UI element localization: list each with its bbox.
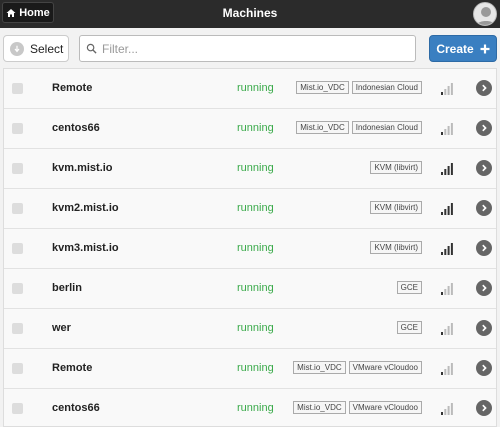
- provider-tag: GCE: [396, 321, 422, 334]
- chevron-right-icon[interactable]: [476, 200, 492, 216]
- provider-tag: KVM (libvirt): [370, 161, 422, 174]
- machine-row[interactable]: centos66 running Mist.io_VDC VMware vCloudo…: [4, 389, 496, 426]
- machine-state: running: [237, 402, 274, 414]
- machine-row[interactable]: wer running GCE: [4, 309, 496, 349]
- machine-state: running: [237, 202, 274, 214]
- signal-strength-icon: [441, 83, 453, 95]
- chevron-right-icon[interactable]: [476, 120, 492, 136]
- row-checkbox[interactable]: [12, 243, 23, 254]
- filter-field[interactable]: [79, 35, 416, 62]
- home-label: Home: [19, 6, 50, 19]
- signal-strength-icon: [441, 323, 453, 335]
- machine-name[interactable]: kvm3.mist.io: [52, 242, 119, 254]
- machine-name[interactable]: centos66: [52, 402, 100, 414]
- machine-tags: KVM (libvirt): [370, 161, 422, 174]
- provider-tag: Mist.io_VDC: [296, 121, 349, 134]
- row-checkbox[interactable]: [12, 163, 23, 174]
- machine-state: running: [237, 362, 274, 374]
- home-icon: [6, 8, 16, 17]
- provider-tag: GCE: [396, 281, 422, 294]
- machine-tags: Mist.io_VDC Indonesian Cloud: [296, 81, 422, 94]
- machine-state: running: [237, 82, 274, 94]
- provider-tag: VMware vCloudoo: [348, 401, 422, 414]
- row-checkbox[interactable]: [12, 203, 23, 214]
- machine-state: running: [237, 162, 274, 174]
- machine-state: running: [237, 242, 274, 254]
- signal-strength-icon: [441, 203, 453, 215]
- provider-tag: Indonesian Cloud: [351, 81, 422, 94]
- row-checkbox[interactable]: [12, 323, 23, 334]
- provider-tag: KVM (libvirt): [370, 201, 422, 214]
- create-button[interactable]: Create: [429, 35, 497, 62]
- select-label: Select: [30, 41, 64, 56]
- machine-tags: Mist.io_VDC VMware vCloudoo: [293, 401, 422, 414]
- arrow-down-circle-icon: [10, 41, 24, 56]
- provider-tag: Mist.io_VDC: [293, 361, 346, 374]
- provider-tag: Indonesian Cloud: [351, 121, 422, 134]
- machine-row[interactable]: kvm3.mist.io running KVM (libvirt): [4, 229, 496, 269]
- row-checkbox[interactable]: [12, 283, 23, 294]
- search-icon: [86, 43, 97, 54]
- create-label: Create: [436, 41, 474, 56]
- provider-tag: VMware vCloudoo: [348, 361, 422, 374]
- machine-name[interactable]: Remote: [52, 362, 92, 374]
- chevron-right-icon[interactable]: [476, 240, 492, 256]
- chevron-right-icon[interactable]: [476, 80, 492, 96]
- home-button[interactable]: Home: [2, 2, 54, 23]
- select-button[interactable]: Select: [3, 35, 69, 62]
- machine-name[interactable]: wer: [52, 322, 71, 334]
- row-checkbox[interactable]: [12, 363, 23, 374]
- machine-tags: GCE: [396, 281, 422, 294]
- machine-name[interactable]: centos66: [52, 122, 100, 134]
- top-bar: Home Machines: [0, 0, 500, 28]
- signal-strength-icon: [441, 363, 453, 375]
- provider-tag: Mist.io_VDC: [293, 401, 346, 414]
- chevron-right-icon[interactable]: [476, 320, 492, 336]
- filter-input[interactable]: [102, 41, 402, 56]
- plus-icon: [480, 44, 490, 53]
- machine-tags: KVM (libvirt): [370, 201, 422, 214]
- page-title: Machines: [222, 6, 278, 20]
- machine-name[interactable]: Remote: [52, 82, 92, 94]
- signal-strength-icon: [441, 403, 453, 415]
- chevron-right-icon[interactable]: [476, 400, 492, 416]
- chevron-right-icon[interactable]: [476, 160, 492, 176]
- provider-tag: KVM (libvirt): [370, 241, 422, 254]
- machine-tags: GCE: [396, 321, 422, 334]
- machine-row[interactable]: berlin running GCE: [4, 269, 496, 309]
- signal-strength-icon: [441, 163, 453, 175]
- signal-strength-icon: [441, 243, 453, 255]
- machine-state: running: [237, 282, 274, 294]
- chevron-right-icon[interactable]: [476, 280, 492, 296]
- machine-tags: Mist.io_VDC Indonesian Cloud: [296, 121, 422, 134]
- user-avatar-icon[interactable]: [473, 2, 497, 26]
- machine-tags: KVM (libvirt): [370, 241, 422, 254]
- machine-row[interactable]: centos66 running Mist.io_VDC Indonesian Clo…: [4, 109, 496, 149]
- machine-row[interactable]: Remote running Mist.io_VDC VMware vCloudoo: [4, 349, 496, 389]
- machine-name[interactable]: kvm.mist.io: [52, 162, 113, 174]
- row-checkbox[interactable]: [12, 403, 23, 414]
- signal-strength-icon: [441, 123, 453, 135]
- signal-strength-icon: [441, 283, 453, 295]
- chevron-right-icon[interactable]: [476, 360, 492, 376]
- machine-state: running: [237, 122, 274, 134]
- machine-state: running: [237, 322, 274, 334]
- machine-row[interactable]: kvm2.mist.io running KVM (libvirt): [4, 189, 496, 229]
- machine-name[interactable]: kvm2.mist.io: [52, 202, 119, 214]
- machine-row[interactable]: Remote running Mist.io_VDC Indonesian Cloud: [4, 69, 496, 109]
- provider-tag: Mist.io_VDC: [296, 81, 349, 94]
- row-checkbox[interactable]: [12, 123, 23, 134]
- machine-row[interactable]: kvm.mist.io running KVM (libvirt): [4, 149, 496, 189]
- machine-tags: Mist.io_VDC VMware vCloudoo: [293, 361, 422, 374]
- machine-list: Remote running Mist.io_VDC Indonesian Cloud…: [3, 68, 497, 427]
- toolbar: Select Create: [0, 28, 500, 68]
- row-checkbox[interactable]: [12, 83, 23, 94]
- machine-name[interactable]: berlin: [52, 282, 82, 294]
